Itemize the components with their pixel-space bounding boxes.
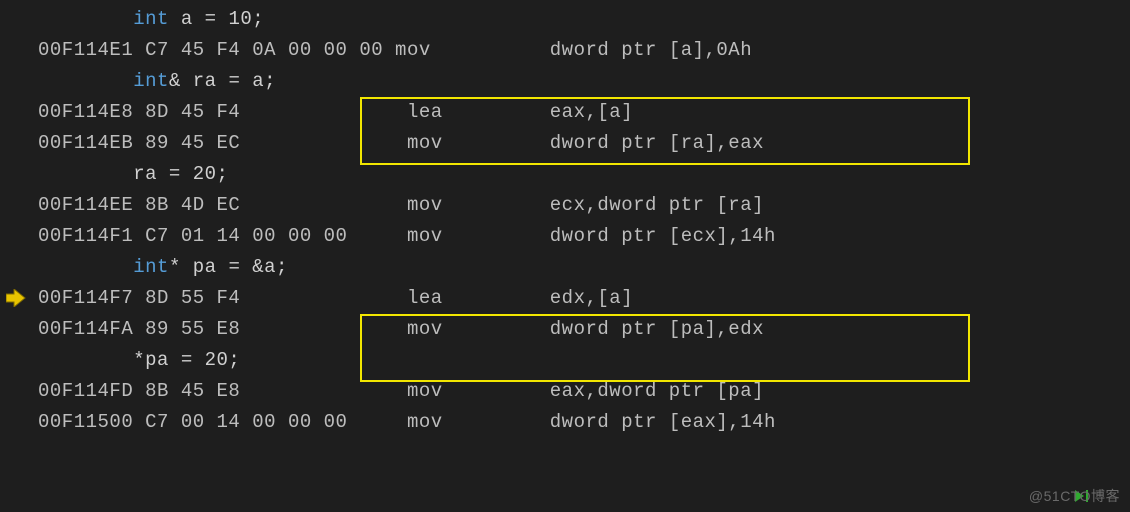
gutter [0, 283, 38, 314]
gutter [0, 35, 38, 66]
code-line[interactable]: int* pa = &a; [0, 252, 1130, 283]
watermark: @51CTO博客 [1029, 486, 1120, 506]
gutter [0, 221, 38, 252]
code-text: int a = 10; [38, 4, 264, 35]
code-text: ra = 20; [38, 159, 228, 190]
code-text: 00F114EB 89 45 EC mov dword ptr [ra],eax [38, 128, 764, 159]
gutter [0, 97, 38, 128]
code-line[interactable]: 00F114FA 89 55 E8 mov dword ptr [pa],edx [0, 314, 1130, 345]
code-line[interactable]: 00F114FD 8B 45 E8 mov eax,dword ptr [pa] [0, 376, 1130, 407]
disassembly-editor[interactable]: int a = 10;00F114E1 C7 45 F4 0A 00 00 00… [0, 0, 1130, 438]
code-line[interactable]: int a = 10; [0, 4, 1130, 35]
code-text: int* pa = &a; [38, 252, 288, 283]
code-line[interactable]: 00F11500 C7 00 14 00 00 00 mov dword ptr… [0, 407, 1130, 438]
code-line[interactable]: 00F114F7 8D 55 F4 lea edx,[a] [0, 283, 1130, 314]
code-line[interactable]: 00F114EB 89 45 EC mov dword ptr [ra],eax [0, 128, 1130, 159]
gutter [0, 190, 38, 221]
gutter [0, 376, 38, 407]
gutter [0, 407, 38, 438]
code-text: 00F114EE 8B 4D EC mov ecx,dword ptr [ra] [38, 190, 764, 221]
code-text: 00F114F7 8D 55 F4 lea edx,[a] [38, 283, 633, 314]
code-line[interactable]: 00F114E1 C7 45 F4 0A 00 00 00 mov dword … [0, 35, 1130, 66]
gutter [0, 252, 38, 283]
code-text: 00F114FA 89 55 E8 mov dword ptr [pa],edx [38, 314, 764, 345]
code-text: 00F114E8 8D 45 F4 lea eax,[a] [38, 97, 633, 128]
gutter [0, 66, 38, 97]
code-line[interactable]: *pa = 20; [0, 345, 1130, 376]
code-text: 00F114FD 8B 45 E8 mov eax,dword ptr [pa] [38, 376, 764, 407]
code-line[interactable]: 00F114F1 C7 01 14 00 00 00 mov dword ptr… [0, 221, 1130, 252]
code-line[interactable]: 00F114EE 8B 4D EC mov ecx,dword ptr [ra] [0, 190, 1130, 221]
gutter [0, 345, 38, 376]
code-line[interactable]: int& ra = a; [0, 66, 1130, 97]
gutter [0, 4, 38, 35]
code-line[interactable]: 00F114E8 8D 45 F4 lea eax,[a] [0, 97, 1130, 128]
code-text: 00F114E1 C7 45 F4 0A 00 00 00 mov dword … [38, 35, 752, 66]
code-text: 00F114F1 C7 01 14 00 00 00 mov dword ptr… [38, 221, 776, 252]
code-text: *pa = 20; [38, 345, 240, 376]
gutter [0, 159, 38, 190]
code-text: 00F11500 C7 00 14 00 00 00 mov dword ptr… [38, 407, 776, 438]
code-text: int& ra = a; [38, 66, 276, 97]
code-line[interactable]: ra = 20; [0, 159, 1130, 190]
instruction-pointer-icon [6, 289, 26, 307]
gutter [0, 314, 38, 345]
gutter [0, 128, 38, 159]
